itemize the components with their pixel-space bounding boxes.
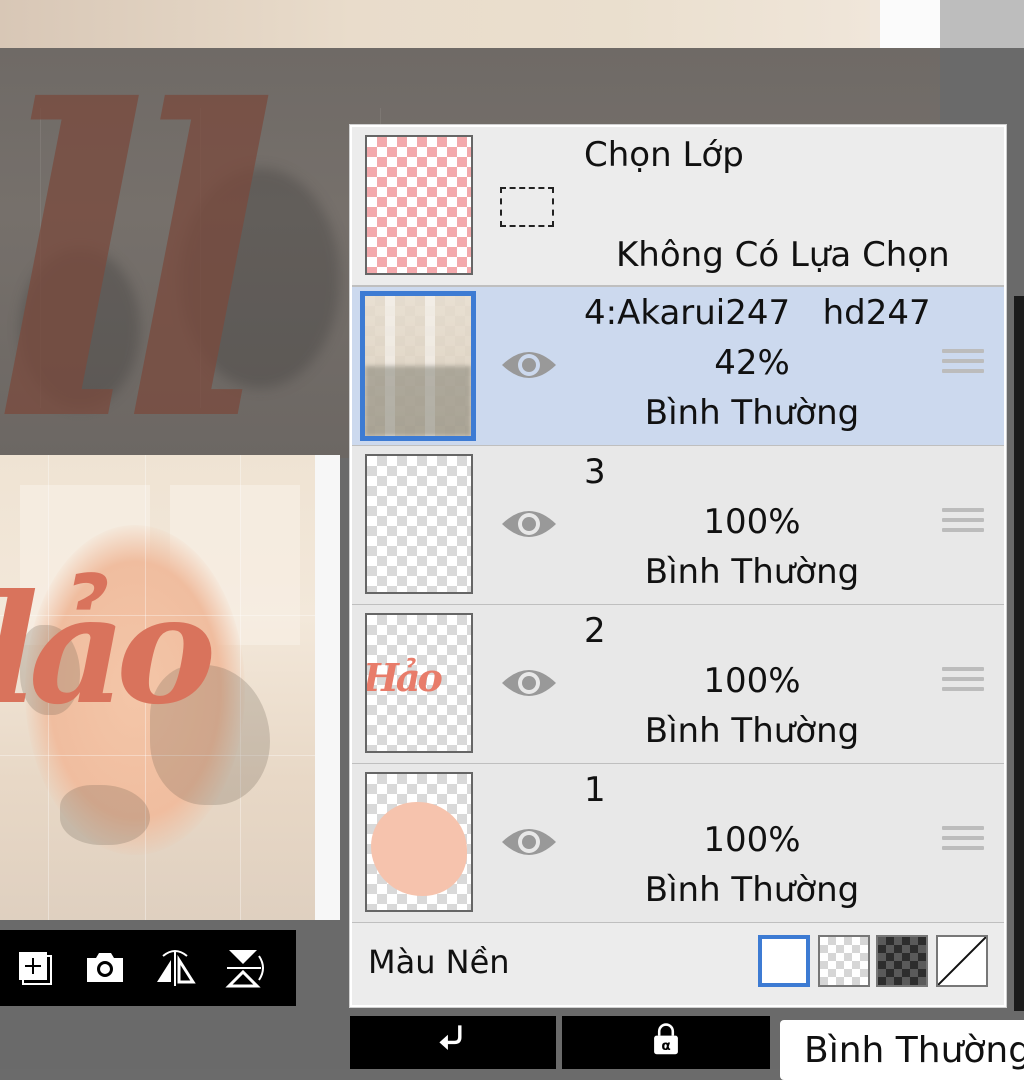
right-edge-bar (1014, 296, 1024, 1011)
layer-blend-mode: Bình Thường (644, 711, 860, 751)
background-color-row: Màu Nền (352, 923, 1004, 1005)
canvas-preview-edge (315, 455, 340, 920)
blend-mode-select[interactable]: Bình Thường (780, 1020, 1024, 1080)
background-none-swatch[interactable] (936, 935, 988, 987)
none-slash-icon (938, 937, 986, 985)
canvas-top-edge (880, 0, 940, 48)
canvas-top-far (940, 0, 1024, 48)
selection-layer-row[interactable]: Chọn Lớp Không Có Lựa Chọn (352, 127, 1004, 287)
alpha-lock-button[interactable]: α (562, 1016, 770, 1069)
drag-handle-icon[interactable] (942, 508, 984, 542)
layer-opacity: 100% (703, 661, 801, 701)
selection-status: Không Có Lựa Chọn (616, 235, 950, 275)
layer-thumbnail (360, 291, 476, 441)
add-layer-icon (19, 952, 52, 985)
selection-thumbnail (365, 135, 473, 275)
camera-button[interactable] (70, 930, 140, 1006)
svg-text:α: α (661, 1038, 670, 1054)
background-transparent-light-swatch[interactable] (818, 935, 870, 987)
background-white-swatch[interactable] (758, 935, 810, 987)
layer-blend-mode: Bình Thường (644, 552, 860, 592)
clipping-arrow-icon (439, 1025, 462, 1051)
alpha-lock-icon: α (654, 1023, 678, 1055)
background-transparent-dark-swatch[interactable] (876, 935, 928, 987)
flip-horizontal-icon (157, 950, 196, 986)
layer-row[interactable]: 3 100% Bình Thường (352, 446, 1004, 606)
eye-icon[interactable] (500, 663, 558, 703)
add-layer-button[interactable] (0, 930, 70, 1006)
selection-marquee-icon (500, 187, 554, 227)
layer-opacity: 100% (703, 820, 801, 860)
layer-name: 3 (584, 452, 606, 492)
eye-icon[interactable] (500, 822, 558, 862)
artwork-script: lảo (0, 562, 216, 738)
layer-name: 4:Akarui247 hd247 (584, 293, 931, 333)
layer-opacity: 100% (703, 502, 801, 542)
layer-name: 2 (584, 611, 606, 651)
drag-handle-icon[interactable] (942, 667, 984, 701)
camera-icon (87, 953, 123, 982)
layer-blend-mode: Bình Thường (644, 393, 860, 433)
flip-vertical-button[interactable] (210, 930, 280, 1006)
drag-handle-icon[interactable] (942, 349, 984, 383)
clipping-button[interactable] (350, 1016, 556, 1069)
flip-vertical-icon (225, 950, 264, 988)
layer-name: 1 (584, 770, 606, 810)
layer-thumbnail (365, 772, 473, 912)
layer-row[interactable]: Hảo 2 100% Bình Thường (352, 605, 1004, 765)
layer-thumbnail: Hảo (365, 613, 473, 753)
layer-opacity: 42% (714, 343, 790, 383)
canvas-toolbar (0, 930, 296, 1006)
layer-row[interactable]: 1 100% Bình Thường (352, 764, 1004, 924)
flip-horizontal-button[interactable] (140, 930, 210, 1006)
layer-row[interactable]: 4:Akarui247 hd247 42% Bình Thường (352, 287, 1004, 447)
layer-thumbnail (365, 454, 473, 594)
canvas-preview[interactable]: lảo (0, 455, 315, 920)
drag-handle-icon[interactable] (942, 826, 984, 860)
selection-title: Chọn Lớp (584, 135, 744, 175)
artwork-script-large: ll (0, 21, 279, 514)
background-color-label: Màu Nền (368, 943, 510, 981)
eye-icon[interactable] (500, 345, 558, 385)
eye-icon[interactable] (500, 504, 558, 544)
layer-blend-mode: Bình Thường (644, 870, 860, 910)
layers-panel: Chọn Lớp Không Có Lựa Chọn 4:Akarui247 h… (350, 125, 1006, 1007)
